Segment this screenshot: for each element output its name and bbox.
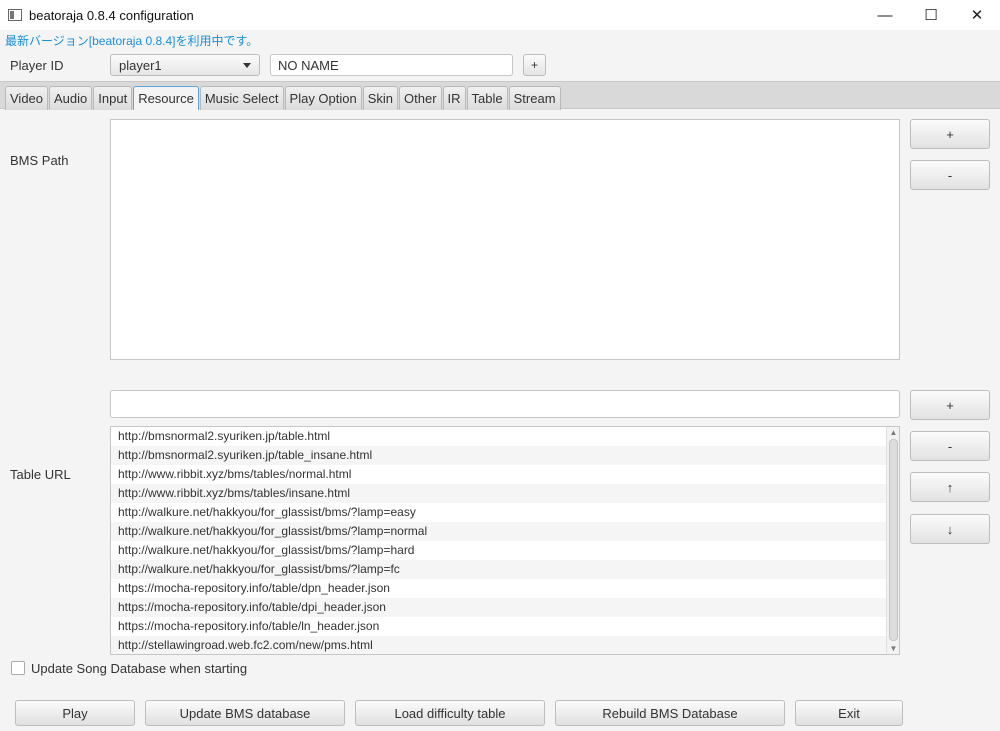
list-item[interactable]: http://bmsnormal2.syuriken.jp/table.html bbox=[111, 427, 899, 446]
tab-video[interactable]: Video bbox=[5, 86, 49, 110]
list-item[interactable]: http://www.ribbit.xyz/bms/tables/insane.… bbox=[111, 484, 899, 503]
table-url-rows: http://bmsnormal2.syuriken.jp/table.html… bbox=[111, 427, 899, 654]
tab-skin[interactable]: Skin bbox=[362, 86, 399, 110]
list-item[interactable]: https://mocha-repository.info/table/dpi_… bbox=[111, 598, 899, 617]
table-url-label: Table URL bbox=[10, 467, 71, 482]
list-item[interactable]: http://stellawingroad.web.fc2.com/new/pm… bbox=[111, 636, 899, 654]
player-id-label: Player ID bbox=[10, 58, 64, 73]
list-item[interactable]: https://mocha-repository.info/table/dpn_… bbox=[111, 579, 899, 598]
update-bms-database-button[interactable]: Update BMS database bbox=[145, 700, 345, 726]
table-url-scrollbar[interactable]: ▲ ▼ bbox=[886, 427, 899, 654]
tab-play-option[interactable]: Play Option bbox=[284, 86, 362, 110]
player-name-input[interactable] bbox=[270, 54, 513, 76]
list-item[interactable]: https://mocha-repository.info/table/ln_h… bbox=[111, 617, 899, 636]
player-id-selected: player1 bbox=[119, 57, 162, 73]
list-item[interactable]: http://walkure.net/hakkyou/for_glassist/… bbox=[111, 503, 899, 522]
minimize-button[interactable]: — bbox=[862, 0, 908, 30]
move-down-button[interactable]: ↓ bbox=[910, 514, 990, 544]
table-url-input[interactable] bbox=[110, 390, 900, 418]
title-bar: beatoraja 0.8.4 configuration — ☐ ✕ bbox=[0, 0, 1000, 30]
bms-path-list[interactable] bbox=[110, 119, 900, 360]
tab-input[interactable]: Input bbox=[93, 86, 133, 110]
tab-other[interactable]: Other bbox=[399, 86, 442, 110]
bms-path-label: BMS Path bbox=[10, 153, 69, 168]
list-item[interactable]: http://bmsnormal2.syuriken.jp/table_insa… bbox=[111, 446, 899, 465]
window-title: beatoraja 0.8.4 configuration bbox=[29, 7, 194, 23]
remove-table-url-button[interactable]: - bbox=[910, 431, 990, 461]
list-item[interactable]: http://walkure.net/hakkyou/for_glassist/… bbox=[111, 522, 899, 541]
exit-button[interactable]: Exit bbox=[795, 700, 903, 726]
update-on-start-label: Update Song Database when starting bbox=[31, 661, 248, 676]
scroll-up-icon[interactable]: ▲ bbox=[889, 428, 898, 437]
maximize-button[interactable]: ☐ bbox=[908, 0, 954, 30]
add-bms-path-button[interactable]: + bbox=[910, 119, 990, 149]
tab-audio[interactable]: Audio bbox=[49, 86, 93, 110]
app-icon bbox=[8, 9, 22, 21]
tab-music-select[interactable]: Music Select bbox=[199, 86, 284, 110]
add-player-button[interactable]: + bbox=[523, 54, 546, 76]
tab-table[interactable]: Table bbox=[466, 86, 508, 110]
chevron-down-icon bbox=[243, 63, 251, 68]
tab-bar: Video Audio Input Resource Music Select … bbox=[0, 81, 1000, 110]
update-on-start-checkbox[interactable] bbox=[11, 661, 25, 675]
tab-stream[interactable]: Stream bbox=[508, 86, 561, 110]
rebuild-bms-database-button[interactable]: Rebuild BMS Database bbox=[555, 700, 785, 726]
scroll-down-icon[interactable]: ▼ bbox=[889, 644, 898, 653]
tabs: Video Audio Input Resource Music Select … bbox=[5, 86, 562, 110]
table-url-list[interactable]: http://bmsnormal2.syuriken.jp/table.html… bbox=[110, 426, 900, 655]
play-button[interactable]: Play bbox=[15, 700, 135, 726]
tab-resource[interactable]: Resource bbox=[133, 86, 199, 110]
window-controls: — ☐ ✕ bbox=[862, 0, 1000, 30]
move-up-button[interactable]: ↑ bbox=[910, 472, 990, 502]
version-notice: 最新バージョン[beatoraja 0.8.4]を利用中です。 bbox=[5, 34, 259, 48]
add-table-url-button[interactable]: + bbox=[910, 390, 990, 420]
remove-bms-path-button[interactable]: - bbox=[910, 160, 990, 190]
list-item[interactable]: http://walkure.net/hakkyou/for_glassist/… bbox=[111, 541, 899, 560]
player-id-select[interactable]: player1 bbox=[110, 54, 260, 76]
load-difficulty-table-button[interactable]: Load difficulty table bbox=[355, 700, 545, 726]
list-item[interactable]: http://walkure.net/hakkyou/for_glassist/… bbox=[111, 560, 899, 579]
list-item[interactable]: http://www.ribbit.xyz/bms/tables/normal.… bbox=[111, 465, 899, 484]
close-button[interactable]: ✕ bbox=[954, 0, 1000, 30]
tab-ir[interactable]: IR bbox=[442, 86, 466, 110]
scroll-thumb[interactable] bbox=[889, 439, 898, 641]
